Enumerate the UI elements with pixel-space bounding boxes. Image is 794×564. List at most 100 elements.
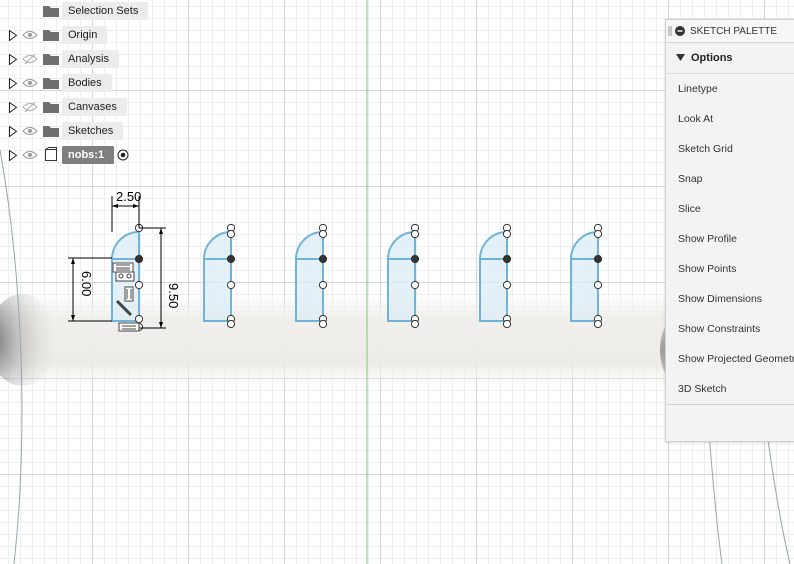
palette-option-snap[interactable]: Snap: [666, 164, 794, 194]
close-palette-icon[interactable]: [674, 26, 686, 36]
eye-icon[interactable]: [20, 25, 40, 45]
component-icon: [40, 145, 62, 165]
sketch-point[interactable]: [410, 319, 420, 329]
sketch-profile[interactable]: [570, 223, 603, 329]
palette-header[interactable]: SKETCH PALETTE: [666, 20, 794, 43]
expand-triangle-icon[interactable]: [6, 73, 20, 93]
eye-icon[interactable]: [20, 145, 40, 165]
palette-option-sketch-grid[interactable]: Sketch Grid: [666, 134, 794, 164]
profile-outline[interactable]: [203, 230, 232, 322]
expand-triangle-icon[interactable]: [6, 97, 20, 117]
browser-node-label[interactable]: Analysis: [62, 50, 119, 68]
sketch-point[interactable]: [593, 254, 603, 264]
browser-node-sketches[interactable]: Sketches: [6, 121, 124, 141]
profile-outline[interactable]: [570, 230, 599, 322]
folder-icon: [40, 25, 62, 45]
browser-node-analysis[interactable]: Analysis: [6, 49, 119, 69]
palette-option-linetype[interactable]: Linetype: [666, 74, 794, 104]
sketch-point[interactable]: [502, 254, 512, 264]
folder-icon: [40, 73, 62, 93]
sketch-point[interactable]: [593, 319, 603, 329]
options-section-header[interactable]: Options: [666, 43, 794, 74]
dimension-height-left-text[interactable]: 6.00: [79, 271, 94, 296]
eye-hidden-icon[interactable]: [20, 97, 40, 117]
browser-node-label[interactable]: Origin: [62, 26, 108, 44]
browser-node-label[interactable]: Canvases: [62, 98, 127, 116]
palette-option-show-points[interactable]: Show Points: [666, 254, 794, 284]
expand-triangle-icon[interactable]: [6, 121, 20, 141]
sketch-profile[interactable]: [479, 223, 512, 329]
browser-node-label[interactable]: Bodies: [62, 74, 112, 92]
browser-node-bodies[interactable]: Bodies: [6, 73, 112, 93]
palette-title: SKETCH PALETTE: [690, 25, 778, 37]
sketch-point[interactable]: [134, 254, 144, 264]
browser-node-canvases[interactable]: Canvases: [6, 97, 127, 117]
palette-option-label: Snap: [678, 173, 703, 185]
eye-icon[interactable]: [20, 73, 40, 93]
palette-option-label: Show Points: [678, 263, 737, 275]
eye-icon[interactable]: [20, 121, 40, 141]
palette-option-look-at[interactable]: Look At: [666, 104, 794, 134]
browser-node-nobs-1[interactable]: nobs:1: [6, 145, 132, 165]
sketch-point[interactable]: [318, 280, 328, 290]
sketch-point[interactable]: [226, 254, 236, 264]
palette-option-list: Linetype Look At Sketch Grid Snap Slice Show …: [666, 74, 794, 404]
activate-radio-icon[interactable]: [114, 146, 132, 164]
palette-option-label: Slice: [678, 203, 701, 215]
folder-icon: [40, 49, 62, 69]
coincident-constraint-icon: [112, 262, 135, 282]
folder-icon: [40, 97, 62, 117]
sketch-point[interactable]: [226, 319, 236, 329]
palette-option-show-dimensions[interactable]: Show Dimensions: [666, 284, 794, 314]
profile-outline[interactable]: [479, 230, 508, 322]
profile-outline[interactable]: [387, 230, 416, 322]
eye-hidden-icon[interactable]: [20, 49, 40, 69]
browser-node-selection-sets[interactable]: Selection Sets: [6, 1, 149, 21]
sketch-point[interactable]: [318, 229, 328, 239]
browser-node-label[interactable]: nobs:1: [62, 146, 115, 164]
palette-option-label: Show Dimensions: [678, 293, 763, 305]
folder-icon: [40, 1, 62, 21]
body-edge-right-2: [767, 439, 791, 564]
sketch-point[interactable]: [502, 280, 512, 290]
sketch-point[interactable]: [134, 280, 144, 290]
drag-grip-icon[interactable]: [666, 20, 674, 42]
palette-footer: [666, 404, 794, 405]
dimension-width-text[interactable]: 2.50: [116, 189, 141, 204]
sketch-point[interactable]: [502, 229, 512, 239]
sketch-profile[interactable]: [387, 223, 420, 329]
palette-option-label: Show Projected Geometries: [678, 353, 794, 365]
palette-option-label: Show Constraints: [678, 323, 761, 335]
options-section-label: Options: [691, 52, 733, 64]
sketch-point[interactable]: [593, 229, 603, 239]
palette-option-label: Sketch Grid: [678, 143, 733, 155]
palette-option-show-constraints[interactable]: Show Constraints: [666, 314, 794, 344]
sketch-point[interactable]: [134, 314, 144, 324]
sketch-point[interactable]: [502, 319, 512, 329]
expand-triangle-icon[interactable]: [6, 25, 20, 45]
profile-outline[interactable]: [295, 230, 324, 322]
browser-node-label[interactable]: Selection Sets: [62, 2, 149, 20]
dimension-height-right-text[interactable]: 9.50: [166, 283, 181, 308]
sketch-point[interactable]: [318, 254, 328, 264]
sketch-point[interactable]: [410, 229, 420, 239]
horizontal-constraint-icon: [118, 322, 140, 332]
palette-option-show-profile[interactable]: Show Profile: [666, 224, 794, 254]
browser-node-origin[interactable]: Origin: [6, 25, 108, 45]
palette-option-slice[interactable]: Slice: [666, 194, 794, 224]
expand-triangle-icon[interactable]: [6, 49, 20, 69]
palette-option-3d-sketch[interactable]: 3D Sketch: [666, 374, 794, 404]
sketch-point[interactable]: [410, 254, 420, 264]
sketch-point[interactable]: [410, 280, 420, 290]
sketch-point[interactable]: [226, 280, 236, 290]
sketch-point[interactable]: [593, 280, 603, 290]
palette-option-show-projected-geometries[interactable]: Show Projected Geometries: [666, 344, 794, 374]
browser-node-label[interactable]: Sketches: [62, 122, 124, 140]
sketch-profile[interactable]: [203, 223, 236, 329]
sketch-profile[interactable]: [295, 223, 328, 329]
canvas-viewport[interactable]: 2.50 6.00 9.50 Selection Sets Origin Ana…: [0, 0, 794, 564]
expand-triangle-icon[interactable]: [6, 145, 20, 165]
sketch-point[interactable]: [226, 229, 236, 239]
sketch-point[interactable]: [318, 319, 328, 329]
